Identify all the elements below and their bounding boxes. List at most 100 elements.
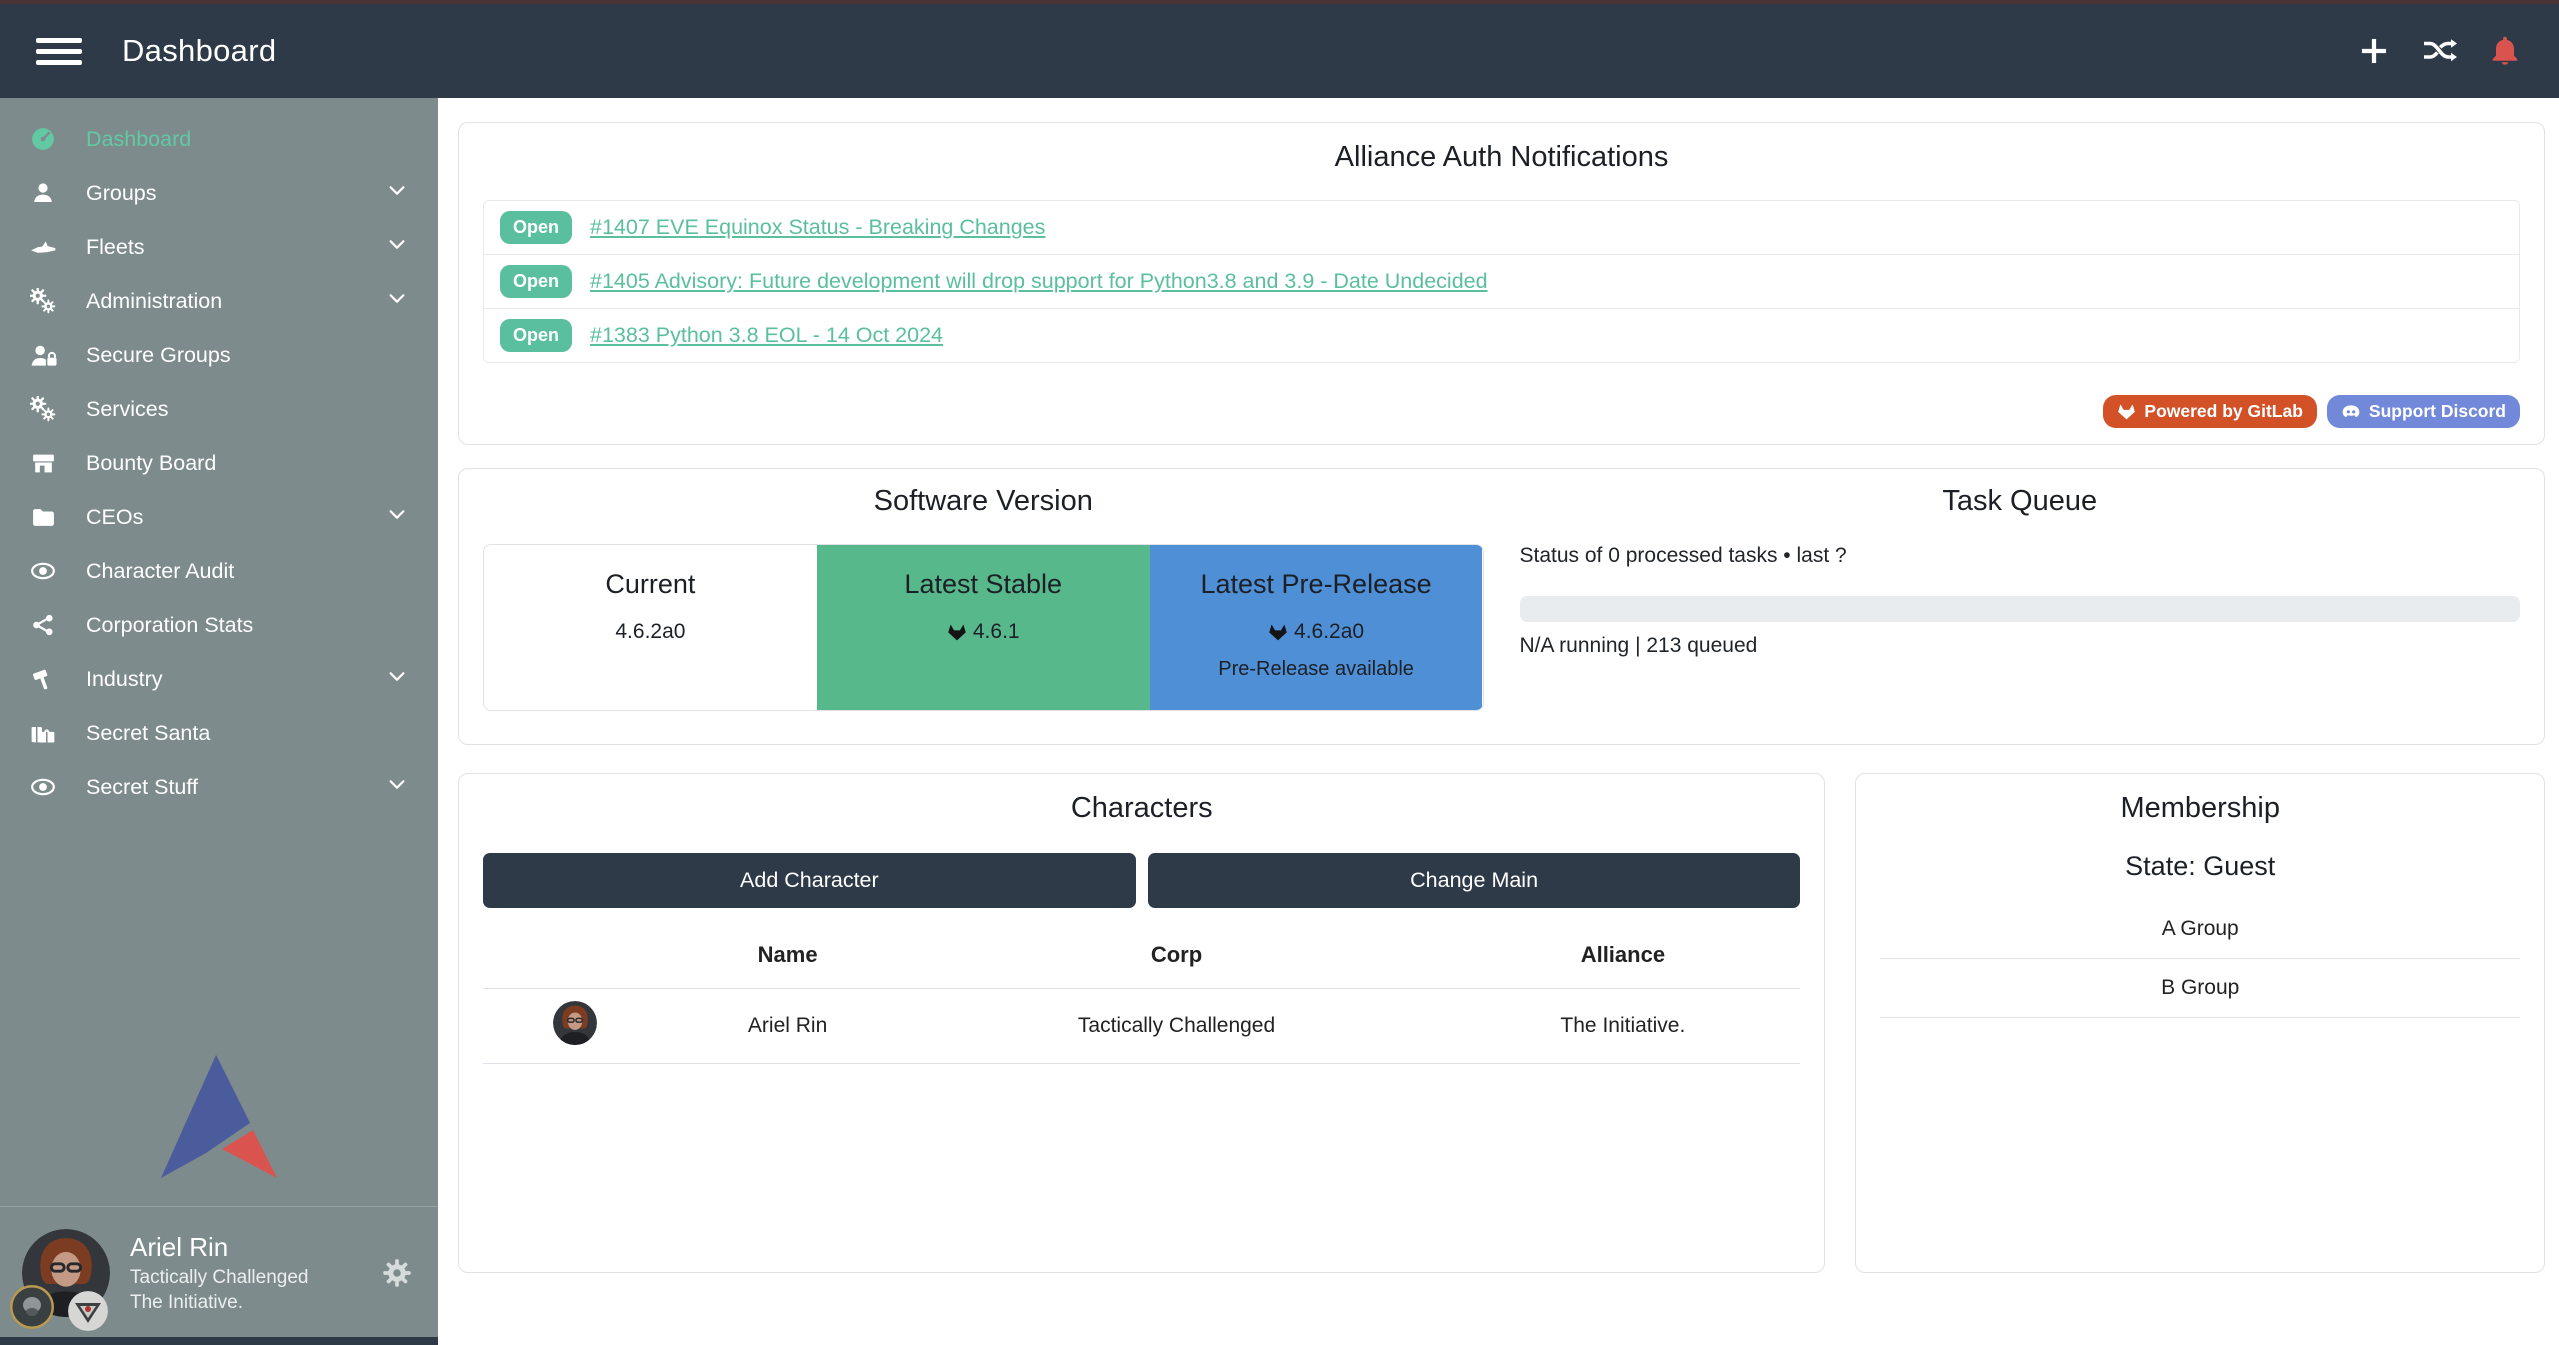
alliance-column-header: Alliance [1445, 918, 1800, 989]
sidebar-item-secret-santa[interactable]: Secret Santa [0, 706, 438, 760]
notification-row: Open #1383 Python 3.8 EOL - 14 Oct 2024 [483, 308, 2520, 363]
software-version-title: Software Version [483, 485, 1484, 518]
status-badge: Open [500, 211, 572, 244]
membership-panel: Membership State: Guest A Group B Group [1855, 773, 2545, 1273]
notifications-panel: Alliance Auth Notifications Open #1407 E… [458, 122, 2545, 445]
chevron-down-icon [386, 665, 408, 693]
user-corp: Tactically Challenged [130, 1267, 309, 1289]
task-queue-counts: N/A running | 213 queued [1520, 634, 2521, 658]
cogs-icon [26, 288, 60, 314]
version-block: Current 4.6.2a0 Latest Stable 4.6.1 Late… [483, 544, 1484, 711]
cogs-icon [26, 396, 60, 422]
sidebar-item-administration[interactable]: Administration [0, 274, 438, 328]
gauge-icon [26, 126, 60, 152]
character-corp: Tactically Challenged [908, 989, 1446, 1064]
user-name: Ariel Rin [130, 1232, 309, 1263]
character-portrait [553, 1001, 597, 1045]
corp-column-header: Corp [908, 918, 1446, 989]
group-list: A Group B Group [1880, 900, 2520, 1018]
sidebar-item-label: Character Audit [86, 559, 234, 584]
characters-panel: Characters Add Character Change Main Nam… [458, 773, 1825, 1273]
sidebar-item-label: Services [86, 397, 168, 422]
task-queue-section: Task Queue Status of 0 processed tasks •… [1484, 485, 2521, 728]
version-current: Current 4.6.2a0 [484, 545, 817, 710]
change-main-button[interactable]: Change Main [1148, 853, 1801, 908]
notification-row: Open #1407 EVE Equinox Status - Breaking… [483, 200, 2520, 255]
version-heading: Latest Pre-Release [1150, 569, 1483, 600]
fighter-jet-icon [26, 234, 60, 261]
notification-link[interactable]: #1407 EVE Equinox Status - Breaking Chan… [590, 215, 1045, 240]
sidebar-menu: Dashboard Groups Fleets Administration S… [0, 98, 438, 814]
hamburger-icon[interactable] [36, 32, 82, 71]
sidebar-bottom-strip [0, 1337, 438, 1345]
sidebar-item-character-audit[interactable]: Character Audit [0, 544, 438, 598]
membership-title: Membership [1880, 792, 2520, 825]
sidebar-item-label: Dashboard [86, 127, 191, 152]
discord-icon [2341, 402, 2361, 422]
gitlab-fox-icon [1268, 622, 1288, 642]
sidebar-item-secure-groups[interactable]: Secure Groups [0, 328, 438, 382]
version-latest-prerelease: Latest Pre-Release 4.6.2a0 Pre-Release a… [1150, 545, 1483, 710]
store-icon [26, 451, 60, 476]
sidebar-item-label: Fleets [86, 235, 145, 260]
add-character-button[interactable]: Add Character [483, 853, 1136, 908]
notification-row: Open #1405 Advisory: Future development … [483, 254, 2520, 309]
sidebar-item-secret-stuff[interactable]: Secret Stuff [0, 760, 438, 814]
share-icon [26, 613, 60, 637]
sidebar-item-bounty-board[interactable]: Bounty Board [0, 436, 438, 490]
prerelease-note: Pre-Release available [1150, 658, 1483, 681]
eye-icon [26, 558, 60, 584]
user-icon [26, 181, 60, 205]
version-number: 4.6.2a0 [615, 620, 685, 644]
sidebar-item-dashboard[interactable]: Dashboard [0, 112, 438, 166]
table-row: Ariel Rin Tactically Challenged The Init… [483, 989, 1800, 1064]
badge-label: Support Discord [2369, 401, 2506, 422]
notification-link[interactable]: #1405 Advisory: Future development will … [590, 269, 1488, 294]
task-queue-status: Status of 0 processed tasks • last ? [1520, 544, 2521, 568]
hammer-icon [26, 667, 60, 692]
sidebar-item-label: Secure Groups [86, 343, 231, 368]
portrait-column-header [483, 918, 667, 989]
sidebar-item-label: Groups [86, 181, 157, 206]
status-badge: Open [500, 319, 572, 352]
badge-label: Powered by GitLab [2144, 401, 2303, 422]
shuffle-icon[interactable] [2421, 33, 2457, 69]
notifications-title: Alliance Auth Notifications [483, 141, 2520, 174]
membership-state: State: Guest [1880, 851, 2520, 882]
gear-icon[interactable] [382, 1258, 412, 1288]
character-name: Ariel Rin [667, 989, 907, 1064]
status-badge: Open [500, 265, 572, 298]
sidebar-item-fleets[interactable]: Fleets [0, 220, 438, 274]
sidebar-item-groups[interactable]: Groups [0, 166, 438, 220]
sidebar-item-corporation-stats[interactable]: Corporation Stats [0, 598, 438, 652]
powered-by-gitlab-badge[interactable]: Powered by GitLab [2103, 395, 2317, 428]
page-title: Dashboard [122, 33, 276, 69]
user-lock-icon [26, 342, 60, 369]
top-navbar: Dashboard [0, 4, 2559, 98]
alliance-logo [68, 1291, 108, 1331]
chevron-down-icon [386, 287, 408, 315]
version-heading: Current [484, 569, 817, 600]
chevron-down-icon [386, 503, 408, 531]
sidebar-item-industry[interactable]: Industry [0, 652, 438, 706]
bell-icon[interactable] [2487, 33, 2523, 69]
support-discord-badge[interactable]: Support Discord [2327, 395, 2520, 428]
sidebar-item-label: Corporation Stats [86, 613, 253, 638]
sidebar-item-label: Bounty Board [86, 451, 216, 476]
alliance-auth-logo [0, 1053, 438, 1206]
task-queue-title: Task Queue [1520, 485, 2521, 518]
chevron-down-icon [386, 179, 408, 207]
sidebar-item-services[interactable]: Services [0, 382, 438, 436]
main-content: Alliance Auth Notifications Open #1407 E… [438, 98, 2559, 1345]
sidebar: Dashboard Groups Fleets Administration S… [0, 98, 438, 1345]
eye-icon [26, 774, 60, 800]
list-item: B Group [1880, 959, 2520, 1018]
corp-logo [10, 1285, 54, 1329]
version-latest-stable: Latest Stable 4.6.1 [817, 545, 1150, 710]
sidebar-item-ceos[interactable]: CEOs [0, 490, 438, 544]
plus-icon[interactable] [2357, 34, 2391, 68]
notifications-list: Open #1407 EVE Equinox Status - Breaking… [483, 200, 2520, 363]
notification-link[interactable]: #1383 Python 3.8 EOL - 14 Oct 2024 [590, 323, 943, 348]
gitlab-fox-icon [947, 622, 967, 642]
sidebar-item-label: Industry [86, 667, 162, 692]
